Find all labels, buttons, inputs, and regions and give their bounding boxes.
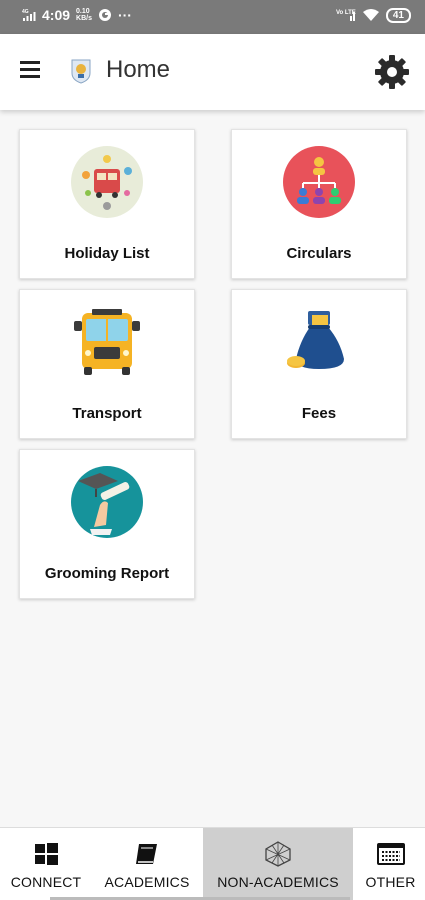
nav-non-academics[interactable]: NON-ACADEMICS [203, 828, 353, 900]
battery-indicator: 41 [385, 7, 411, 23]
svg-text:Vo LTE: Vo LTE [336, 10, 356, 16]
settings-gear-icon[interactable] [374, 54, 410, 90]
polyhedron-icon [265, 841, 291, 867]
tile-transport[interactable]: Transport [19, 289, 195, 439]
signal-icon: 4G [22, 9, 36, 21]
page-title: Home [106, 56, 171, 83]
tile-circulars[interactable]: Circulars [231, 129, 407, 279]
nav-connect[interactable]: CONNECT [0, 828, 92, 900]
holiday-list-icon [71, 146, 143, 218]
menu-button[interactable] [18, 58, 44, 84]
nav-label: ACADEMICS [104, 874, 190, 890]
status-bar: 4G 4:09 0.10 KB/s ··· Vo LTE 41 [0, 0, 425, 34]
tile-label: Grooming Report [44, 565, 170, 582]
graduation-icon [71, 466, 143, 538]
cellular-icon: Vo LTE [336, 10, 356, 21]
school-bus-icon [74, 309, 140, 375]
nav-label: NON-ACADEMICS [217, 874, 339, 890]
money-bag-icon [287, 311, 344, 369]
windows-icon [35, 843, 58, 865]
wifi-icon [362, 9, 379, 21]
hamburger-icon [20, 61, 40, 64]
book-icon [136, 844, 157, 864]
nav-other[interactable]: OTHER [356, 828, 425, 900]
sync-icon [98, 9, 111, 21]
nav-label: OTHER [365, 874, 416, 890]
net-speed-value: 0.10 [76, 8, 90, 15]
nav-label: CONNECT [10, 874, 82, 890]
school-logo-icon [71, 59, 91, 84]
keyboard-icon [376, 843, 405, 865]
nav-academics[interactable]: ACADEMICS [100, 828, 194, 900]
circulars-icon [283, 146, 355, 218]
status-time: 4:09 [42, 7, 71, 23]
tile-holiday-list[interactable]: Holiday List [19, 129, 195, 279]
tile-label: Circulars [286, 245, 352, 262]
tile-label: Fees [301, 405, 337, 422]
svg-text:4G: 4G [22, 9, 29, 15]
tile-label: Holiday List [64, 245, 150, 262]
tile-grooming-report[interactable]: Grooming Report [19, 449, 195, 599]
bottom-navigation: CONNECT ACADEMICS NON-ACADEMICS OTHER [0, 827, 425, 900]
net-speed-unit: KB/s [76, 15, 92, 22]
app-bar: Home [0, 34, 425, 110]
tile-fees[interactable]: Fees [231, 289, 407, 439]
tile-label: Transport [72, 405, 142, 422]
status-more: ··· [117, 7, 132, 23]
